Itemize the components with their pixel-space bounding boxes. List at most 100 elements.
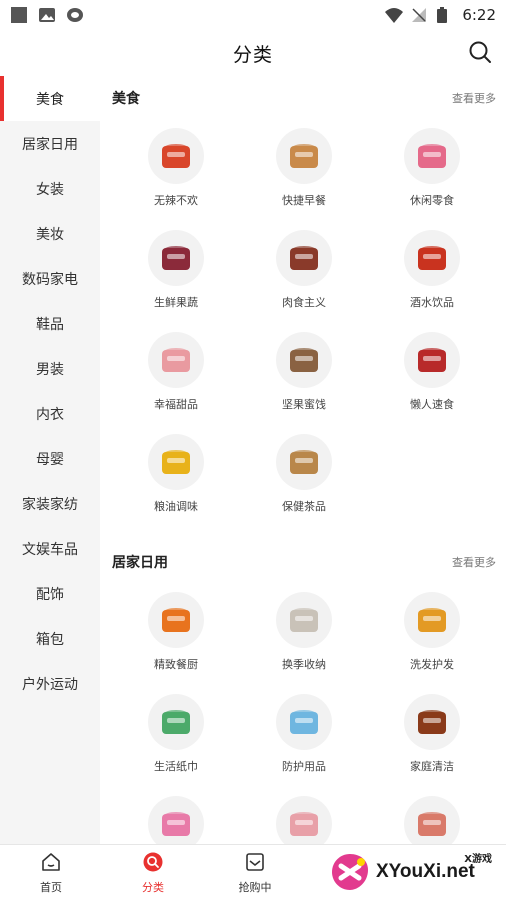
subcategory-image [404, 128, 460, 184]
nav-item[interactable]: 首页 [0, 845, 102, 900]
watermark: XYouXi.net X游戏 [330, 844, 506, 900]
subcategory-label: 家庭清洁 [410, 760, 454, 773]
subcategory-image [404, 332, 460, 388]
subcategory-item[interactable]: 洗发护发 [368, 592, 496, 672]
section-header: 美食 查看更多 [112, 76, 496, 120]
category-icon [142, 851, 164, 876]
subcategory-label: 精致餐厨 [154, 658, 198, 671]
flash-sale-icon [244, 851, 266, 876]
subcategory-image [148, 230, 204, 286]
subcategory-label: 粮油调味 [154, 500, 198, 513]
no-signal-icon [410, 6, 428, 24]
category-content: 美食 查看更多 无辣不欢 快捷早餐 休闲零食 生鲜果蔬 肉食主义 酒水饮品 幸福甜品 坚果蜜饯 懒人… [100, 76, 506, 844]
nav-item[interactable]: 抢购中 [204, 845, 306, 900]
subcategory-image [404, 230, 460, 286]
subcategory-image [404, 592, 460, 648]
subcategory-label: 快捷早餐 [282, 194, 326, 207]
subcategory-label: 防护用品 [282, 760, 326, 773]
subcategory-label: 生鲜果蔬 [154, 296, 198, 309]
subcategory-item[interactable]: 休闲零食 [368, 128, 496, 208]
subcategory-label: 生活纸巾 [154, 760, 198, 773]
page-title: 分类 [232, 43, 273, 66]
sidebar-item[interactable]: 男装 [0, 346, 100, 391]
sidebar-item[interactable]: 母婴 [0, 436, 100, 481]
subcategory-item[interactable]: 肉食主义 [240, 230, 368, 310]
subcategory-label: 洗发护发 [410, 658, 454, 671]
view-more-link[interactable]: 查看更多 [452, 554, 496, 570]
sidebar-item[interactable]: 女装 [0, 166, 100, 211]
subcategory-image [276, 796, 332, 844]
watermark-tag: X游戏 [464, 854, 492, 865]
sidebar-item[interactable]: 文娱车品 [0, 526, 100, 571]
nav-item[interactable]: 分类 [102, 845, 204, 900]
subcategory-image [404, 694, 460, 750]
search-icon[interactable] [468, 40, 492, 64]
subcategory-item[interactable] [368, 796, 496, 844]
subcategory-grid: 精致餐厨 换季收纳 洗发护发生活纸巾 防护用品 家庭清洁 [112, 584, 496, 844]
subcategory-image [148, 434, 204, 490]
category-sidebar: 美食 居家日用 女装 美妆 数码家电 鞋品 男装 内衣 母婴 家装家纺 文娱车品 配饰 箱包 户外运动 [0, 76, 100, 844]
subcategory-label: 休闲零食 [410, 194, 454, 207]
section-header: 居家日用 查看更多 [112, 540, 496, 584]
subcategory-label: 幸福甜品 [154, 398, 198, 411]
sidebar-item[interactable]: 箱包 [0, 616, 100, 661]
subcategory-grid: 无辣不欢 快捷早餐 休闲零食生鲜果蔬 肉食主义 酒水饮品幸福甜品 坚果蜜饯 懒人速食粮油调味… [112, 120, 496, 514]
subcategory-item[interactable]: 幸福甜品 [112, 332, 240, 412]
subcategory-image [276, 332, 332, 388]
subcategory-item[interactable]: 粮油调味 [112, 434, 240, 514]
subcategory-image [276, 694, 332, 750]
view-more-link[interactable]: 查看更多 [452, 90, 496, 106]
section-title: 美食 [112, 91, 140, 107]
subcategory-item[interactable]: 保健茶品 [240, 434, 368, 514]
watermark-text: XYouXi.net [376, 861, 475, 882]
sidebar-item[interactable]: 美妆 [0, 211, 100, 256]
subcategory-image [148, 332, 204, 388]
subcategory-item[interactable]: 酒水饮品 [368, 230, 496, 310]
watermark-logo [332, 854, 368, 890]
clock: 6:22 [462, 6, 496, 24]
subcategory-image [276, 434, 332, 490]
sidebar-item[interactable]: 户外运动 [0, 661, 100, 706]
subcategory-image [148, 796, 204, 844]
sidebar-item[interactable]: 配饰 [0, 571, 100, 616]
sidebar-item[interactable]: 数码家电 [0, 256, 100, 301]
subcategory-item[interactable]: 精致餐厨 [112, 592, 240, 672]
notification-icons [10, 6, 84, 24]
sidebar-item[interactable]: 家装家纺 [0, 481, 100, 526]
home-icon [40, 851, 62, 876]
nav-label: 首页 [40, 880, 62, 894]
subcategory-item[interactable] [112, 796, 240, 844]
sidebar-item[interactable]: 内衣 [0, 391, 100, 436]
sidebar-item[interactable]: 居家日用 [0, 121, 100, 166]
subcategory-image [276, 230, 332, 286]
subcategory-item[interactable] [240, 796, 368, 844]
status-bar: 6:22 [0, 0, 506, 30]
sidebar-item[interactable]: 鞋品 [0, 301, 100, 346]
subcategory-image [148, 592, 204, 648]
wifi-icon [384, 6, 404, 24]
battery-icon [436, 6, 454, 24]
subcategory-item[interactable]: 防护用品 [240, 694, 368, 774]
subcategory-item[interactable]: 家庭清洁 [368, 694, 496, 774]
section-title: 居家日用 [112, 555, 168, 571]
subcategory-item[interactable]: 懒人速食 [368, 332, 496, 412]
subcategory-item[interactable]: 坚果蜜饯 [240, 332, 368, 412]
subcategory-label: 坚果蜜饯 [282, 398, 326, 411]
subcategory-label: 换季收纳 [282, 658, 326, 671]
subcategory-image [148, 128, 204, 184]
subcategory-item[interactable]: 快捷早餐 [240, 128, 368, 208]
subcategory-item[interactable]: 生活纸巾 [112, 694, 240, 774]
subcategory-item[interactable]: 无辣不欢 [112, 128, 240, 208]
subcategory-image [404, 796, 460, 844]
chat-icon [66, 6, 84, 24]
subcategory-item[interactable]: 换季收纳 [240, 592, 368, 672]
app-square-icon [10, 6, 28, 24]
image-icon [38, 6, 56, 24]
subcategory-item[interactable]: 生鲜果蔬 [112, 230, 240, 310]
subcategory-image [276, 128, 332, 184]
app-header: 分类 [0, 30, 506, 76]
sidebar-item[interactable]: 美食 [0, 76, 100, 121]
nav-label: 分类 [142, 880, 164, 894]
subcategory-label: 保健茶品 [282, 500, 326, 513]
